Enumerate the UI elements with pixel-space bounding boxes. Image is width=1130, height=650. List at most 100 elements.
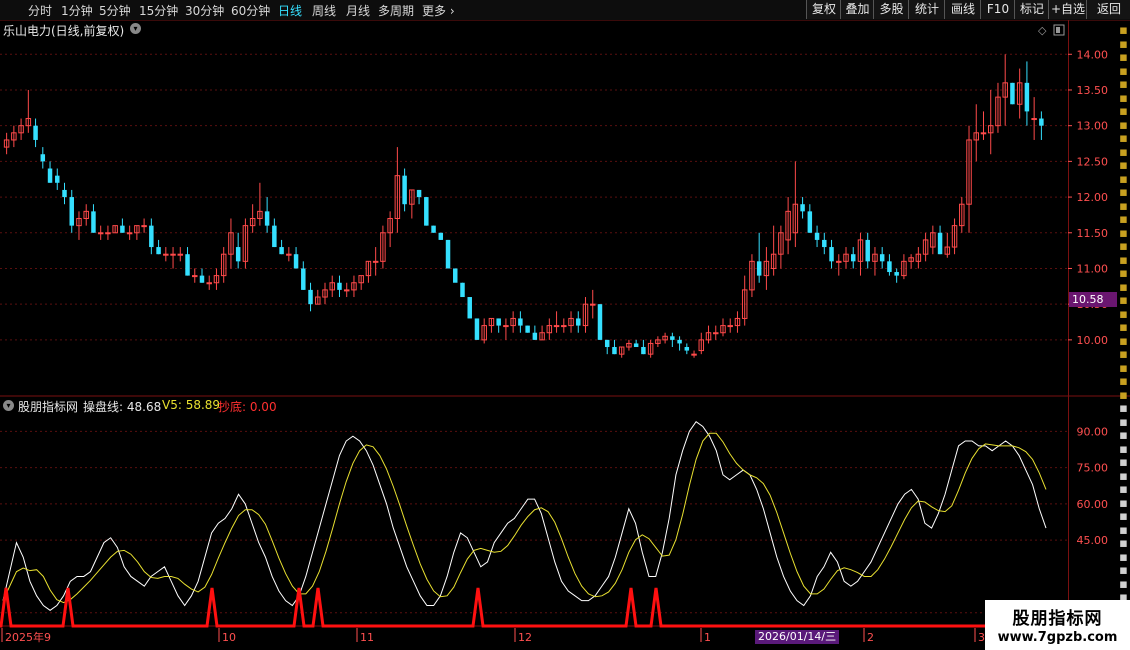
indicator-line2-value: V5: 58.89 (162, 398, 221, 412)
candle-body (177, 253, 184, 256)
candle-body (1010, 82, 1015, 105)
right-strip-mark: ▪ (1119, 482, 1128, 497)
price-tick-label: 11.50 (1077, 227, 1109, 240)
timeframe-0[interactable]: 分时 (28, 2, 52, 19)
tool-button-7[interactable]: +自选 (1048, 0, 1087, 19)
title-dropdown-icon[interactable]: ▾ (130, 23, 141, 34)
right-strip-mark: ▪ (1119, 293, 1128, 308)
tool-button-3[interactable]: 统计 (908, 0, 945, 19)
price-tick-label: 12.50 (1077, 155, 1109, 168)
right-strip-mark: ▪ (1119, 455, 1128, 470)
timeframe-4[interactable]: 30分钟 (185, 2, 224, 19)
candle-body (97, 232, 104, 235)
candle-body (206, 282, 212, 285)
right-strip-mark: ▪ (1119, 279, 1128, 295)
time-tick-label: 1 (704, 631, 711, 644)
candle-body (402, 175, 407, 205)
candle-body (807, 211, 813, 233)
right-strip-mark: ▪ (1119, 104, 1128, 119)
indicator-tick-label: 90.00 (1077, 425, 1109, 438)
candle-body (337, 282, 342, 290)
tool-button-5[interactable]: F10 (980, 0, 1015, 19)
candle-body (62, 189, 67, 198)
candle-body (185, 254, 190, 276)
candle-body (756, 261, 762, 276)
watermark-name: 股朋指标网 (1012, 609, 1103, 629)
timeframe-3[interactable]: 15分钟 (139, 2, 178, 19)
tool-button-6[interactable]: 标记 (1014, 0, 1049, 19)
timeframe-10[interactable]: 更多 › (422, 2, 455, 19)
right-strip-mark: ▪ (1119, 495, 1128, 511)
bottom-signal-line (0, 587, 1068, 628)
diamond-icon: ◇ (1038, 24, 1047, 37)
indicator-tick-label: 45.00 (1077, 534, 1109, 547)
candle-body (829, 247, 834, 262)
candle-body (691, 353, 697, 356)
candle-body (286, 253, 292, 256)
candle-body (460, 282, 465, 298)
right-strip-mark: ▪ (1119, 401, 1128, 416)
timeframe-1[interactable]: 1分钟 (61, 2, 93, 19)
candle-body (141, 225, 147, 228)
chart-area: 14.0013.5013.0012.5012.0011.5011.0010.50… (0, 20, 1130, 644)
candle-body (453, 268, 458, 283)
candle-body (126, 232, 133, 235)
candle-body (47, 168, 53, 183)
candle-body (518, 318, 523, 326)
candle-body (633, 343, 639, 348)
indicator-line3-value: 抄底: 0.00 (218, 400, 277, 414)
candle-body (149, 225, 154, 248)
candle-body (887, 261, 892, 273)
candle-body (199, 275, 205, 283)
right-strip-mark: ▪ (1119, 333, 1128, 349)
candle-body (865, 239, 870, 262)
timeframe-9[interactable]: 多周期 (378, 2, 414, 19)
timeframe-7[interactable]: 周线 (312, 2, 336, 19)
right-strip-mark: ▪ (1119, 360, 1128, 376)
candle-body (576, 318, 581, 326)
right-strip-mark: ▪ (1119, 387, 1128, 403)
candle-body (55, 175, 60, 183)
candle-body (553, 325, 560, 328)
candlestick-series (3, 54, 1044, 358)
candle-body (800, 204, 805, 212)
right-strip-mark: ▪ (1119, 320, 1128, 335)
timeframe-8[interactable]: 月线 (346, 2, 370, 19)
tool-button-8[interactable]: 返回 (1086, 0, 1130, 19)
right-strip-mark: ▪ (1119, 509, 1128, 524)
time-tick-label: 2 (867, 631, 874, 644)
time-tick-label: 12 (518, 631, 532, 644)
indicator-series (0, 420, 1068, 628)
stock-title: 乐山电力(日线,前复权) (3, 24, 125, 38)
indicator-dropdown-icon[interactable]: ▾ (3, 400, 14, 411)
right-strip-mark: ▪ (1119, 171, 1128, 187)
candle-body (1031, 118, 1037, 121)
candle-body (727, 325, 733, 328)
tool-button-4[interactable]: 画线 (944, 0, 981, 19)
candle-body (879, 254, 885, 262)
right-strip-mark: ▪ (1119, 117, 1128, 133)
timeframe-2[interactable]: 5分钟 (99, 2, 131, 19)
right-strip-mark: ▪ (1119, 198, 1128, 214)
window-toggle-icon-inner (1056, 27, 1060, 33)
tool-button-2[interactable]: 多股 (873, 0, 909, 19)
right-strip-mark: ▪ (1119, 549, 1128, 565)
indicator-tick-label: 60.00 (1077, 498, 1109, 511)
candle-body (1039, 118, 1044, 126)
candle-body (445, 239, 451, 269)
price-tick-label: 14.00 (1077, 48, 1109, 61)
candle-body (641, 347, 646, 355)
tool-button-0[interactable]: 复权 (806, 0, 841, 19)
tool-button-1[interactable]: 叠加 (840, 0, 874, 19)
timeframe-6[interactable]: 日线 (278, 2, 302, 19)
price-tick-label: 12.00 (1077, 191, 1109, 204)
indicator-name: 股朋指标网 (18, 400, 79, 414)
candle-body (684, 347, 690, 351)
timeframe-5[interactable]: 60分钟 (231, 2, 270, 19)
operation-line (2, 420, 1047, 611)
candle-body (424, 197, 429, 226)
time-tick-label: 2025年9 (5, 630, 51, 644)
candle-body (170, 253, 176, 256)
candle-body (561, 325, 567, 328)
price-tick-label: 10.00 (1077, 334, 1109, 347)
